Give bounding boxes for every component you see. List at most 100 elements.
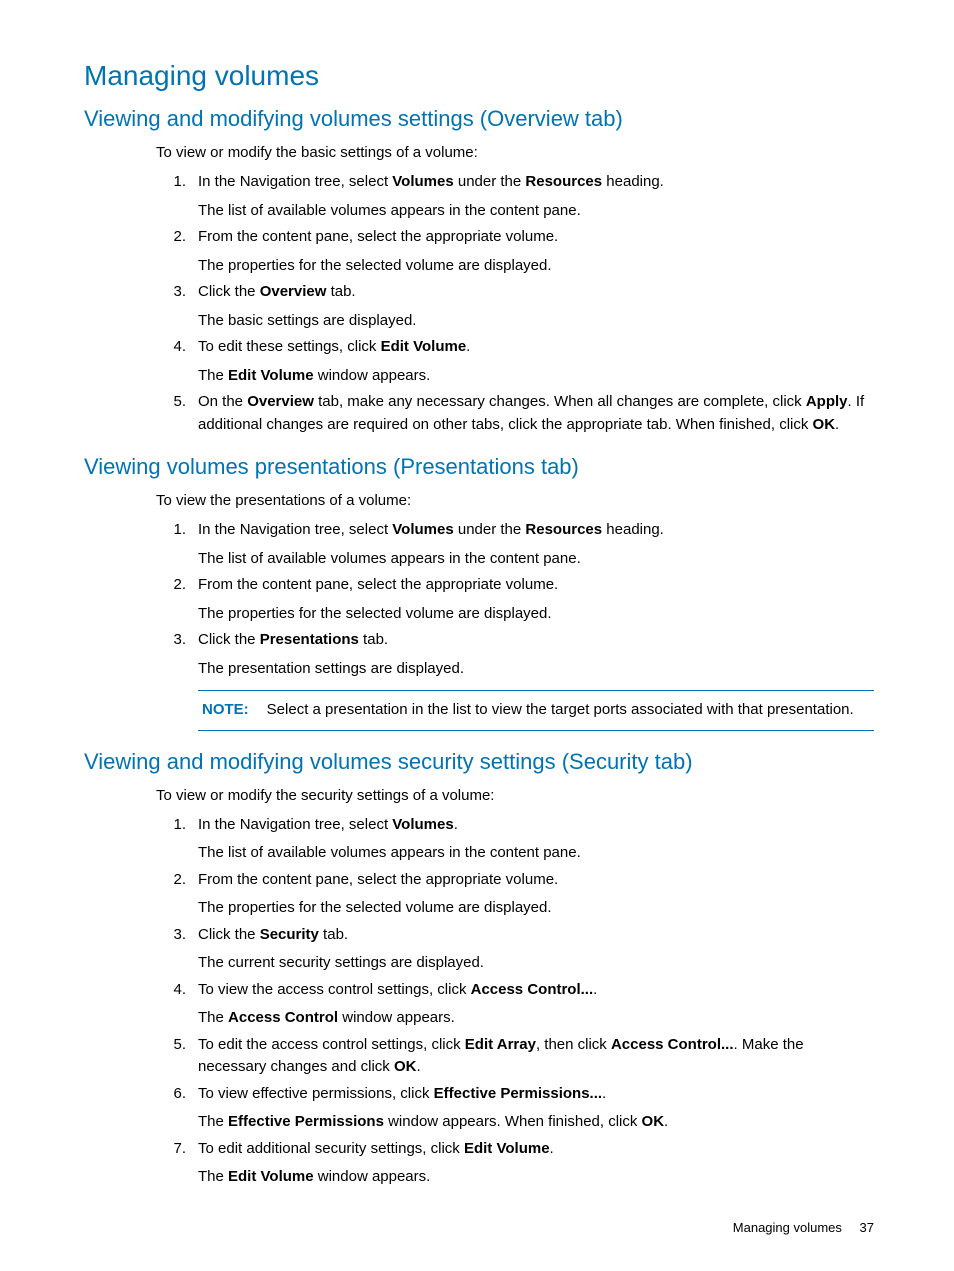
bold-text: Volumes bbox=[392, 521, 453, 538]
step-number: 4. bbox=[156, 336, 198, 387]
step-item: 4.To view the access control settings, c… bbox=[156, 979, 874, 1030]
section-intro: To view the presentations of a volume: bbox=[156, 490, 874, 511]
step-number: 3. bbox=[156, 281, 198, 332]
heading-2-overview: Viewing and modifying volumes settings (… bbox=[84, 106, 874, 132]
step-number: 1. bbox=[156, 814, 198, 865]
step-body: To view the access control settings, cli… bbox=[198, 979, 874, 1030]
bold-text: OK bbox=[813, 416, 836, 433]
step-item: 1.In the Navigation tree, select Volumes… bbox=[156, 171, 874, 222]
step-text: In the Navigation tree, select Volumes u… bbox=[198, 171, 874, 194]
step-subtext: The list of available volumes appears in… bbox=[198, 842, 874, 865]
step-text: On the Overview tab, make any necessary … bbox=[198, 391, 874, 436]
step-subtext: The properties for the selected volume a… bbox=[198, 603, 874, 626]
step-subtext: The properties for the selected volume a… bbox=[198, 897, 874, 920]
step-number: 6. bbox=[156, 1083, 198, 1134]
step-list: 1.In the Navigation tree, select Volumes… bbox=[84, 519, 874, 680]
bold-text: Apply bbox=[806, 393, 848, 410]
step-item: 7.To edit additional security settings, … bbox=[156, 1138, 874, 1189]
step-subtext: The Edit Volume window appears. bbox=[198, 365, 874, 388]
step-item: 6.To view effective permissions, click E… bbox=[156, 1083, 874, 1134]
step-list: 1.In the Navigation tree, select Volumes… bbox=[84, 171, 874, 436]
step-item: 4.To edit these settings, click Edit Vol… bbox=[156, 336, 874, 387]
step-body: In the Navigation tree, select Volumes u… bbox=[198, 171, 874, 222]
step-text: To edit these settings, click Edit Volum… bbox=[198, 336, 874, 359]
step-body: Click the Overview tab.The basic setting… bbox=[198, 281, 874, 332]
step-subtext: The Edit Volume window appears. bbox=[198, 1166, 874, 1189]
bold-text: Overview bbox=[260, 283, 327, 300]
step-body: To edit the access control settings, cli… bbox=[198, 1034, 874, 1079]
document-page: Managing volumes Viewing and modifying v… bbox=[0, 0, 954, 1271]
note-label: NOTE: bbox=[202, 701, 267, 718]
step-number: 3. bbox=[156, 924, 198, 975]
step-body: To edit additional security settings, cl… bbox=[198, 1138, 874, 1189]
heading-2-security: Viewing and modifying volumes security s… bbox=[84, 749, 874, 775]
step-body: Click the Presentations tab. The presenta… bbox=[198, 629, 874, 680]
step-subtext: The list of available volumes appears in… bbox=[198, 200, 874, 223]
step-body: From the content pane, select the approp… bbox=[198, 574, 874, 625]
bold-text: Overview bbox=[247, 393, 314, 410]
step-text: In the Navigation tree, select Volumes u… bbox=[198, 519, 874, 542]
step-text: To view the access control settings, cli… bbox=[198, 979, 874, 1002]
step-body: In the Navigation tree, select Volumes.T… bbox=[198, 814, 874, 865]
section-intro: To view or modify the security settings … bbox=[156, 785, 874, 806]
step-item: 1.In the Navigation tree, select Volumes… bbox=[156, 814, 874, 865]
step-number: 2. bbox=[156, 869, 198, 920]
bold-text: Access Control... bbox=[471, 981, 594, 998]
section-intro: To view or modify the basic settings of … bbox=[156, 142, 874, 163]
bold-text: Edit Volume bbox=[228, 367, 314, 384]
step-number: 7. bbox=[156, 1138, 198, 1189]
bold-text: Edit Volume bbox=[228, 1168, 314, 1185]
step-text: Click the Presentations tab. bbox=[198, 629, 874, 652]
bold-text: OK bbox=[394, 1058, 417, 1075]
step-body: From the content pane, select the approp… bbox=[198, 226, 874, 277]
step-subtext: The Access Control window appears. bbox=[198, 1007, 874, 1030]
footer-text: Managing volumes bbox=[733, 1220, 842, 1235]
heading-2-presentations: Viewing volumes presentations (Presentat… bbox=[84, 454, 874, 480]
note-text: Select a presentation in the list to vie… bbox=[267, 701, 854, 718]
step-number: 5. bbox=[156, 391, 198, 436]
bold-text: Security bbox=[260, 926, 319, 943]
bold-text: Volumes bbox=[392, 173, 453, 190]
step-number: 4. bbox=[156, 979, 198, 1030]
bold-text: Resources bbox=[525, 521, 602, 538]
bold-text: Resources bbox=[525, 173, 602, 190]
bold-text: Edit Volume bbox=[464, 1140, 550, 1157]
step-item: 5.To edit the access control settings, c… bbox=[156, 1034, 874, 1079]
bold-text: Volumes bbox=[392, 816, 453, 833]
step-text: To edit the access control settings, cli… bbox=[198, 1034, 874, 1079]
step-item: 3.Click the Presentations tab. The presen… bbox=[156, 629, 874, 680]
bold-text: Edit Volume bbox=[381, 338, 467, 355]
heading-1: Managing volumes bbox=[84, 60, 874, 92]
bold-text: Access Control... bbox=[611, 1036, 734, 1053]
bold-text: Presentations bbox=[260, 631, 359, 648]
step-body: From the content pane, select the approp… bbox=[198, 869, 874, 920]
step-list: 1.In the Navigation tree, select Volumes… bbox=[84, 814, 874, 1189]
step-subtext: The basic settings are displayed. bbox=[198, 310, 874, 333]
step-item: 3.Click the Overview tab.The basic setti… bbox=[156, 281, 874, 332]
step-body: Click the Security tab. The current secur… bbox=[198, 924, 874, 975]
step-item: 3.Click the Security tab. The current sec… bbox=[156, 924, 874, 975]
step-item: 2.From the content pane, select the appr… bbox=[156, 869, 874, 920]
note-box: NOTE:Select a presentation in the list t… bbox=[198, 690, 874, 731]
step-body: To edit these settings, click Edit Volum… bbox=[198, 336, 874, 387]
bold-text: Access Control bbox=[228, 1009, 338, 1026]
step-item: 5.On the Overview tab, make any necessar… bbox=[156, 391, 874, 436]
step-subtext: The properties for the selected volume a… bbox=[198, 255, 874, 278]
step-item: 2.From the content pane, select the appr… bbox=[156, 226, 874, 277]
step-text: Click the Security tab. bbox=[198, 924, 874, 947]
bold-text: Edit Array bbox=[465, 1036, 536, 1053]
page-footer: Managing volumes 37 bbox=[733, 1220, 874, 1235]
step-text: To view effective permissions, click Eff… bbox=[198, 1083, 874, 1106]
step-number: 2. bbox=[156, 574, 198, 625]
step-number: 1. bbox=[156, 519, 198, 570]
step-number: 5. bbox=[156, 1034, 198, 1079]
bold-text: OK bbox=[642, 1113, 665, 1130]
step-number: 3. bbox=[156, 629, 198, 680]
step-subtext: The presentation settings are displayed. bbox=[198, 658, 874, 681]
step-subtext: The current security settings are displa… bbox=[198, 952, 874, 975]
step-number: 2. bbox=[156, 226, 198, 277]
step-body: To view effective permissions, click Eff… bbox=[198, 1083, 874, 1134]
step-text: To edit additional security settings, cl… bbox=[198, 1138, 874, 1161]
step-subtext: The list of available volumes appears in… bbox=[198, 548, 874, 571]
footer-page-number: 37 bbox=[860, 1220, 874, 1235]
